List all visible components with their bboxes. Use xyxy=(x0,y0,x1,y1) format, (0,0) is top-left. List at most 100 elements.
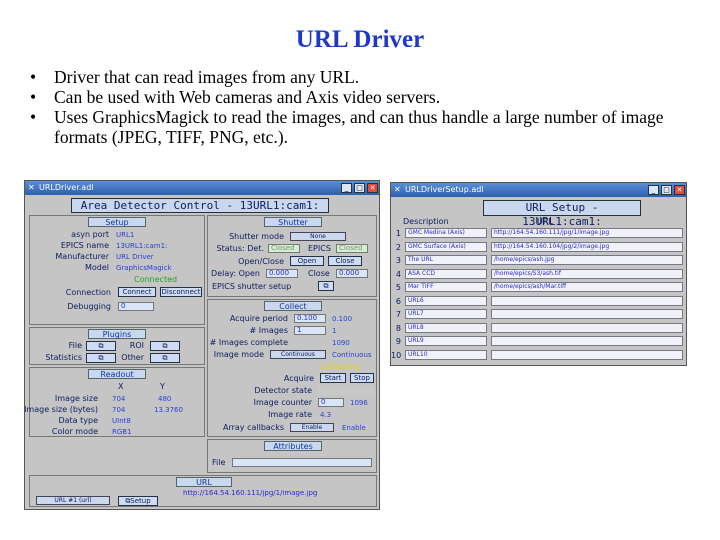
manufacturer-value: URL Driver xyxy=(116,253,154,261)
minimize-icon[interactable]: _ xyxy=(341,183,352,193)
images-complete-value: 1090 xyxy=(332,339,350,347)
maximize-icon[interactable]: □ xyxy=(354,183,365,193)
file-plugin-label: File xyxy=(68,341,82,350)
delay-close-field[interactable]: 0.000 xyxy=(336,269,368,278)
image-size-x: 704 xyxy=(112,395,126,403)
y-column-label: Y xyxy=(160,382,165,391)
url-select[interactable]: URL #1 (url) xyxy=(36,496,110,505)
image-rate-value: 4.3 xyxy=(320,411,332,419)
url-value-field[interactable] xyxy=(491,295,683,306)
image-size-bytes-label: Image size (bytes) xyxy=(24,405,98,414)
array-callbacks-select[interactable]: Enable xyxy=(290,423,334,432)
shutter-open-button[interactable]: Open xyxy=(290,256,324,266)
other-plugin-button[interactable]: ⧉ xyxy=(150,353,180,363)
bullet-text: Driver that can read images from any URL… xyxy=(54,67,360,87)
disconnect-button[interactable]: Disconnect xyxy=(160,287,202,297)
detector-state-value: Idle xyxy=(318,386,374,395)
shutter-close-button[interactable]: Close xyxy=(328,256,362,266)
maximize-icon[interactable]: □ xyxy=(661,185,672,195)
url-value-field[interactable]: http://164.54.160.104/jpg/2/image.jpg xyxy=(491,241,683,252)
image-size-bytes-x: 704 xyxy=(112,406,126,414)
start-button[interactable]: Start xyxy=(320,373,346,383)
num-images-label: # Images xyxy=(249,326,288,335)
attributes-section: Attributes File xyxy=(207,439,377,473)
area-detector-window: ✕ URLDriver.adl _ □ ✕ Area Detector Cont… xyxy=(24,180,380,510)
image-counter-field[interactable]: 0 xyxy=(318,398,344,407)
shutter-header: Shutter xyxy=(264,217,322,227)
file-plugin-button[interactable]: ⧉ xyxy=(86,341,116,351)
collect-header: Collect xyxy=(264,301,322,311)
url-description-field[interactable]: GMC Surface (Axis) xyxy=(405,241,487,252)
row-number: 5 xyxy=(395,283,401,292)
attributes-file-label: File xyxy=(212,458,226,467)
other-plugin-label: Other xyxy=(121,353,144,362)
acquire-label: Acquire xyxy=(283,374,314,383)
url-description-field[interactable]: URL9 xyxy=(405,336,487,346)
url-value-field[interactable] xyxy=(491,309,683,319)
array-callbacks-readback: Enable xyxy=(342,424,366,432)
window-titlebar[interactable]: ✕ URLDriverSetup.adl _ □ ✕ xyxy=(391,183,686,197)
close-icon[interactable]: ✕ xyxy=(367,183,378,193)
url-value-field[interactable] xyxy=(491,336,683,346)
row-number: 9 xyxy=(395,337,401,346)
array-callbacks-label: Array callbacks xyxy=(222,423,284,432)
url-description-field[interactable]: The URL xyxy=(405,255,487,265)
bullet-text: Uses GraphicsMagick to read the images, … xyxy=(54,107,664,147)
shutter-mode-select[interactable]: None xyxy=(290,232,346,241)
bullet-list: • Driver that can read images from any UR… xyxy=(28,67,698,147)
url-description-field[interactable]: URL6 xyxy=(405,295,487,306)
image-size-bytes-y: 13.3760 xyxy=(154,406,183,414)
attributes-file-field[interactable] xyxy=(232,458,372,467)
connection-label: Connection xyxy=(65,288,111,297)
image-mode-select[interactable]: Continuous xyxy=(270,350,326,359)
num-images-field[interactable]: 1 xyxy=(294,326,326,335)
url-value-field[interactable] xyxy=(491,322,683,333)
statistics-plugin-button[interactable]: ⧉ xyxy=(86,353,116,363)
url-description-field[interactable]: URL10 xyxy=(405,349,487,360)
color-mode-label: Color mode xyxy=(51,427,98,436)
statistics-plugin-label: Statistics xyxy=(45,353,82,362)
row-number: 10 xyxy=(391,350,402,360)
url-value-field[interactable]: http://164.54.160.111/jpg/1/image.jpg xyxy=(491,228,683,238)
url-description-field[interactable]: ASA CCD xyxy=(405,268,487,279)
acquire-period-readback: 0.100 xyxy=(332,315,353,323)
bullet-glyph: • xyxy=(30,67,37,87)
delay-open-field[interactable]: 0.000 xyxy=(266,269,298,278)
x-app-icon: ✕ xyxy=(28,183,35,192)
row-number: 2 xyxy=(395,242,401,252)
row-number: 8 xyxy=(395,323,401,333)
window-titlebar[interactable]: ✕ URLDriver.adl _ □ ✕ xyxy=(25,181,379,195)
minimize-icon[interactable]: _ xyxy=(648,185,659,195)
collecting-status: Collecting xyxy=(320,362,360,371)
plugins-header: Plugins xyxy=(88,329,146,339)
stop-button[interactable]: Stop xyxy=(350,373,374,383)
epics-shutter-setup-button[interactable]: ⧉ xyxy=(318,281,334,291)
url-setup-button[interactable]: ⧉Setup xyxy=(118,496,158,506)
url-description-field[interactable]: URL7 xyxy=(405,309,487,319)
url-value-field[interactable]: /home/epics/ash.jpg xyxy=(491,255,683,265)
image-mode-readback: Continuous xyxy=(332,351,372,359)
roi-plugin-label: ROI xyxy=(129,341,144,350)
acquire-period-field[interactable]: 0.100 xyxy=(294,314,326,323)
url-value-field[interactable] xyxy=(491,349,683,360)
image-size-label: Image size xyxy=(54,394,98,403)
x-column-label: X xyxy=(118,382,124,391)
images-complete-label: # Images complete xyxy=(209,338,288,347)
close-icon[interactable]: ✕ xyxy=(674,185,685,195)
url-readback: http://164.54.160.111/jpg/1/image.jpg xyxy=(180,489,374,498)
acquire-period-label: Acquire period xyxy=(229,314,288,323)
url-value-field[interactable]: /home/epics/ash/Mar.tiff xyxy=(491,282,683,292)
image-mode-label: Image mode xyxy=(213,350,264,359)
roi-plugin-button[interactable]: ⧉ xyxy=(150,341,180,351)
slide-title: URL Driver xyxy=(295,26,425,53)
url-value-field[interactable]: /home/epics/S3/ash.tif xyxy=(491,268,683,279)
data-type-label: Data type xyxy=(58,416,98,425)
debugging-field[interactable]: 0 xyxy=(118,302,154,311)
debugging-label: Debugging xyxy=(67,302,111,311)
url-description-field[interactable]: Mar TIFF xyxy=(405,282,487,292)
epics-name-label: EPICS name xyxy=(60,241,109,250)
num-images-readback: 1 xyxy=(332,327,337,335)
url-description-field[interactable]: URL8 xyxy=(405,322,487,333)
connect-button[interactable]: Connect xyxy=(118,287,156,297)
url-description-field[interactable]: GMC Medina (Axis) xyxy=(405,228,487,238)
